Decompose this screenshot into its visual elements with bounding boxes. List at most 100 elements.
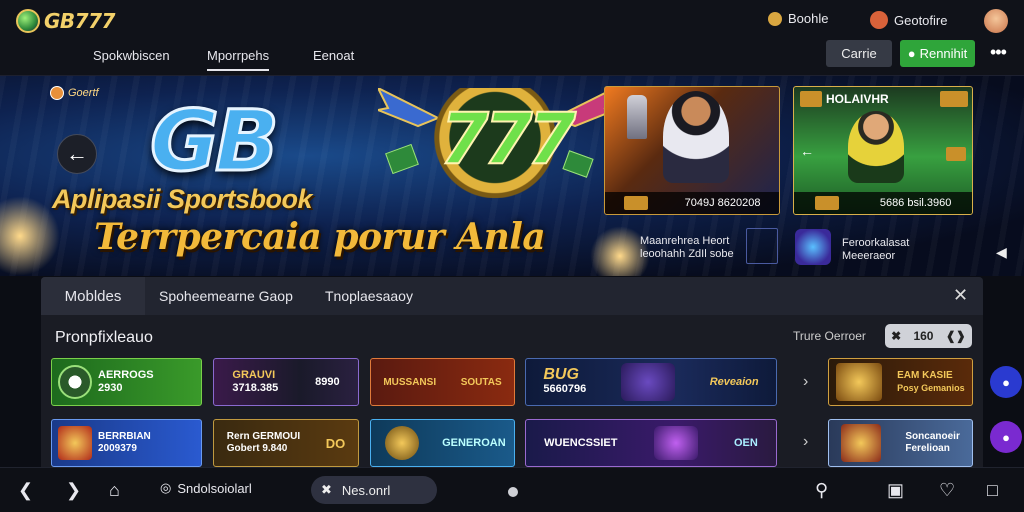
game-art-icon (620, 363, 675, 401)
promo-card-2-text: 5686 bsil.3960 (879, 197, 952, 209)
close-icon[interactable]: ✕ (953, 285, 968, 306)
tab-live[interactable]: Tnoplaesaaoy (325, 277, 413, 315)
promo-card-1-footer: 7049J 8620208 (605, 192, 779, 214)
game-tile-title: BUG (543, 366, 579, 383)
promo-card-2-header: HOLAIVHR (800, 91, 889, 107)
shield-icon (58, 426, 92, 460)
game-tile-sub: 5660796 (543, 383, 587, 395)
header-item-2-label: Geotofire (894, 12, 948, 28)
game-tile-extra: Reveaion (709, 376, 759, 388)
game-tile-sub: 2930 (98, 382, 123, 394)
bottom-pill-label: Nes.onrl (341, 482, 391, 498)
game-tile[interactable]: GENEROAN (370, 419, 515, 467)
game-art-icon (653, 426, 698, 460)
bottom-bar: ❮ ❯ ⌂ ◎ Sndolsoiolarl ✖ Nes.onrl ⚲ ▣ ♡ □ (0, 467, 1024, 512)
game-tile-extra: DO (325, 435, 346, 451)
nav-tab-3[interactable]: Eenoat (313, 48, 354, 63)
next-arrow-icon[interactable]: ◀ (996, 244, 1007, 261)
bottom-pill[interactable]: ✖ Nes.onrl (311, 476, 437, 504)
hero-badge-label: Goertf (68, 87, 99, 99)
game-tile-title: AERROGS (98, 369, 154, 381)
tab-mobiles[interactable]: Mobldes (41, 277, 145, 315)
promo-card-1-text: 7049J 8620208 (684, 197, 761, 209)
expand-icon: ❰❱ (945, 329, 966, 343)
nav-tab-2[interactable]: Mporrpehs (207, 48, 270, 71)
game-tile-sub: SOUTAS (460, 376, 502, 388)
zoom-icon[interactable]: ⚲ (815, 480, 828, 501)
game-tile-title: Soncanoeir (905, 431, 960, 442)
game-tile[interactable]: GRAUVI 3718.385 8990 (213, 358, 359, 406)
promo-card-1[interactable]: 7049J 8620208 (604, 86, 780, 215)
top-bar: GB777 Boohle Geotofire (0, 0, 1024, 44)
floating-chat-button[interactable]: ● (990, 421, 1022, 453)
badge-icon (50, 86, 64, 100)
promo-text-1-line1: Maanrehrea Heort (640, 235, 730, 247)
hero-badge: Goertf (50, 86, 99, 100)
coin-icon (768, 11, 782, 26)
more-icon[interactable]: ••• (990, 42, 1007, 63)
hero-subtitle: Aplipasii Sportsbook (52, 184, 313, 214)
hero-logo-number: 777 (439, 97, 577, 181)
logo-ball-icon (16, 9, 40, 33)
game-tile[interactable]: BUG 5660796 Reveaion (525, 358, 777, 406)
logo[interactable]: GB777 (16, 9, 115, 33)
chevron-right-icon[interactable]: › (803, 373, 808, 391)
share-icon[interactable]: □ (987, 480, 998, 501)
chip-icon (946, 147, 966, 161)
coin-icon (385, 426, 420, 460)
games-panel: Mobldes Spoheemearne Gaop Tnoplaesaaoy ✕… (41, 277, 983, 467)
game-tile[interactable]: WUENCSSIET OEN (525, 419, 777, 467)
prev-arrow-button[interactable]: ← (57, 134, 97, 174)
game-art-icon (836, 363, 883, 401)
promo-box[interactable] (746, 228, 778, 264)
page-dot (508, 487, 518, 497)
tabs-icon[interactable]: ▣ (887, 480, 904, 501)
search-icon: ◎ (160, 480, 172, 495)
game-tile-title: MUSSANSI (383, 376, 437, 388)
tab-sports[interactable]: Spoheemearne Gaop (159, 277, 293, 315)
filter-pill[interactable]: ✖ 160 ❰❱ (885, 324, 972, 348)
game-button[interactable]: Carrie (826, 40, 892, 67)
promo-text-2: Feroorkalasat Meeeraeor (842, 237, 909, 263)
hero-logo-word: GB (149, 91, 281, 192)
nav-tab-1[interactable]: Spokwbiscen (93, 48, 170, 63)
game-tile[interactable]: AERROGS 2930 (51, 358, 202, 406)
game-tile[interactable]: BERRBIAN 2009379 (51, 419, 202, 467)
tool-icon: ✖ (321, 482, 332, 497)
back-icon[interactable]: ❮ (18, 480, 33, 501)
chip-icon (814, 196, 839, 210)
floating-action-button[interactable]: ● (990, 366, 1022, 398)
promo-card-2-footer: 5686 bsil.3960 (794, 192, 972, 214)
chip-icon (623, 196, 648, 210)
header-item-1[interactable]: Boohle (768, 11, 828, 26)
game-tile-sub: Ferelioan (905, 443, 950, 454)
game-tile[interactable]: MUSSANSI SOUTAS (370, 358, 515, 406)
game-tile[interactable]: Soncanoeir Ferelioan (828, 419, 973, 467)
game-tile-title: EAM KASIE (897, 370, 953, 381)
register-button[interactable]: ● Rennihit (900, 40, 975, 67)
game-tile[interactable]: EAM KASIE Posy Gemanios (828, 358, 973, 406)
section-right-label: Trure Oerroer (793, 329, 866, 343)
promo-text-2-line2: Meeeraeor (842, 250, 896, 262)
tool-icon: ✖ (891, 329, 902, 343)
search-area[interactable]: ◎ Sndolsoiolarl (160, 480, 252, 496)
chip-icon (800, 91, 822, 107)
game-orb-icon[interactable] (795, 229, 831, 265)
chevron-right-icon[interactable]: › (803, 433, 808, 451)
prev-arrow-icon[interactable]: ← (800, 143, 814, 159)
heart-icon[interactable]: ♡ (939, 480, 955, 501)
game-tile[interactable]: Rern GERMOUI Gobert 9.840 DO (213, 419, 359, 467)
header-item-1-label: Boohle (788, 11, 829, 26)
ball-icon (58, 365, 92, 399)
player-image (848, 111, 904, 183)
avatar[interactable] (984, 9, 1008, 33)
search-label: Sndolsoiolarl (177, 480, 252, 496)
game-tile-sub: Gobert 9.840 (226, 443, 288, 454)
hero-tagline: Terrpercaia porur Anla (94, 216, 546, 258)
home-icon[interactable]: ⌂ (109, 480, 120, 501)
player-image (663, 91, 729, 183)
forward-icon[interactable]: ❯ (66, 480, 81, 501)
logo-text: GB777 (44, 9, 115, 33)
header-item-2[interactable]: Geotofire (870, 11, 947, 29)
promo-card-2[interactable]: HOLAIVHR ← 5686 bsil.3960 (793, 86, 973, 215)
